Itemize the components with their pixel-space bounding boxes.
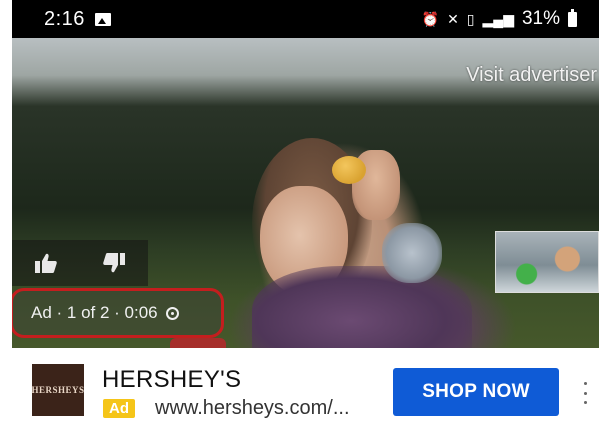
advertiser-name[interactable]: HERSHEY'S bbox=[102, 366, 241, 394]
shop-now-button[interactable]: SHOP NOW bbox=[393, 368, 559, 416]
advertiser-logo[interactable]: HERSHEYS bbox=[31, 364, 85, 416]
ad-badge: Ad bbox=[103, 399, 135, 418]
ad-companion-bar: HERSHEYS HERSHEY'S Ad www.hersheys.com/.… bbox=[12, 348, 599, 433]
dislike-button[interactable] bbox=[94, 245, 134, 281]
thumbs-down-icon bbox=[103, 253, 125, 273]
video-subject-ball bbox=[332, 156, 366, 184]
thumbs-up-icon bbox=[35, 253, 57, 273]
rating-controls bbox=[12, 240, 148, 286]
ad-progress-text: Ad · 1 of 2 · 0:06 bbox=[31, 303, 158, 322]
vibrate-icon: ▯ bbox=[466, 11, 475, 27]
next-video-thumbnail[interactable] bbox=[495, 231, 599, 293]
more-options-icon[interactable] bbox=[582, 382, 588, 404]
signal-icon: ▂▄▆ bbox=[482, 11, 514, 27]
advertiser-url[interactable]: www.hersheys.com/... bbox=[155, 397, 350, 420]
logo-text: HERSHEYS bbox=[31, 385, 85, 395]
video-player[interactable]: Visit advertiser Ad · 1 of 2 · 0:06 bbox=[12, 38, 599, 348]
video-subject-sleeve bbox=[382, 223, 442, 283]
visit-advertiser-link[interactable]: Visit advertiser bbox=[466, 64, 597, 87]
image-icon bbox=[94, 12, 111, 26]
info-icon[interactable] bbox=[165, 306, 179, 320]
like-button[interactable] bbox=[26, 245, 66, 281]
screen: 2:16 ⏰ ✕ ▯ ▂▄▆ 31% Visit advertiser Ad ·… bbox=[0, 0, 599, 433]
ad-info-highlight-tail bbox=[170, 338, 226, 348]
status-icons: ⏰ ✕ ▯ ▂▄▆ 31% bbox=[422, 8, 577, 30]
battery-icon bbox=[568, 8, 577, 27]
alarm-icon: ⏰ bbox=[421, 11, 440, 27]
ad-info-highlight: Ad · 1 of 2 · 0:06 bbox=[12, 288, 224, 338]
mute-icon: ✕ bbox=[447, 11, 459, 27]
status-bar: 2:16 ⏰ ✕ ▯ ▂▄▆ 31% bbox=[12, 0, 599, 38]
battery-percent: 31% bbox=[521, 8, 560, 29]
status-time: 2:16 bbox=[44, 7, 85, 30]
video-subject-jacket bbox=[252, 266, 472, 348]
